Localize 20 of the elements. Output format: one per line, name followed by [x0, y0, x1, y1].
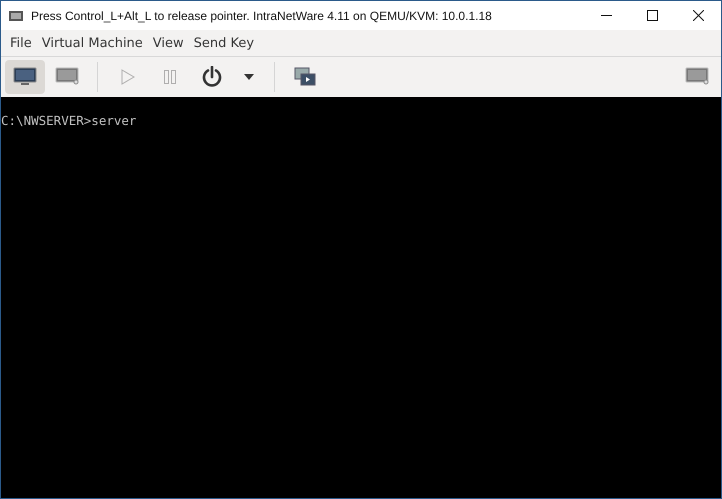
screen-icon [685, 67, 709, 87]
screen-icon [55, 67, 79, 87]
console-screen[interactable]: C:\NWSERVER>server [1, 97, 721, 498]
minimize-icon [600, 15, 612, 16]
maximize-icon [646, 10, 658, 21]
window-title: Press Control_L+Alt_L to release pointer. IntraNetWare 4.11 on QEMU/KVM: 10.0.1.18 [31, 8, 493, 22]
caret-icon [244, 74, 254, 80]
play-icon [121, 69, 135, 85]
toolbar-button[interactable] [5, 60, 45, 94]
screens-icon [294, 67, 316, 87]
menu-item[interactable]: View [148, 32, 189, 54]
menu-item[interactable]: Send Key [188, 32, 260, 54]
close-icon [692, 10, 704, 21]
pause-icon [164, 70, 176, 84]
app-icon [9, 10, 23, 20]
power-icon [201, 66, 223, 88]
monitor-icon [13, 67, 37, 87]
menu-item[interactable]: Virtual Machine [36, 32, 148, 54]
menu-item[interactable]: File [5, 32, 37, 54]
console-line: C:\NWSERVER>server [1, 113, 138, 128]
